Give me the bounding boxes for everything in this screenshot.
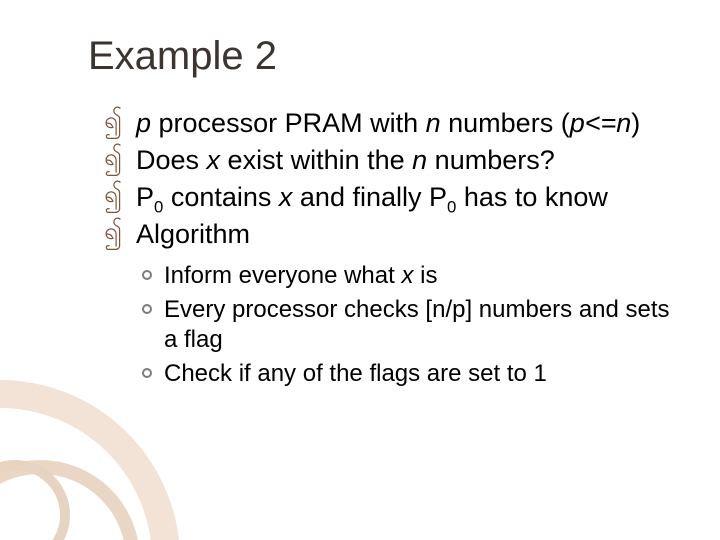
sub-bullet-text: Inform everyone what x is [164, 262, 437, 289]
bullet-text: Does x exist within the n numbers? [136, 145, 555, 175]
swirl-icon: ၍ [104, 146, 122, 170]
bullet-item: ၍ p processor PRAM with n numbers (p<=n) [106, 107, 670, 140]
bullet-text: P0 contains x and finally P0 has to know [136, 182, 608, 212]
swirl-icon: ၍ [104, 109, 122, 133]
sub-bullet-text: Check if any of the flags are set to 1 [164, 360, 547, 387]
bullet-item: ၍ Algorithm [106, 218, 670, 251]
bullet-item: ၍ Does x exist within the n numbers? [106, 144, 670, 177]
bullet-list: ၍ p processor PRAM with n numbers (p<=n)… [106, 107, 670, 251]
bullet-text: Algorithm [136, 219, 250, 249]
sub-bullet-list: Inform everyone what x is Every processo… [146, 261, 670, 389]
sub-bullet-item: Inform everyone what x is [146, 261, 670, 291]
ring-icon [142, 270, 152, 280]
bullet-text: p processor PRAM with n numbers (p<=n) [136, 108, 640, 138]
swirl-icon: ၍ [104, 183, 122, 207]
sub-bullet-text: Every processor checks [n/p] numbers and… [164, 296, 670, 353]
bullet-item: ၍ P0 contains x and finally P0 has to kn… [106, 181, 670, 214]
sub-bullet-item: Every processor checks [n/p] numbers and… [146, 295, 670, 355]
slide: Example 2 ၍ p processor PRAM with n numb… [0, 0, 720, 540]
ring-icon [142, 368, 152, 378]
slide-title: Example 2 [88, 34, 670, 79]
ring-icon [142, 304, 152, 314]
swirl-icon: ၍ [104, 220, 122, 244]
content-area: Example 2 ၍ p processor PRAM with n numb… [0, 0, 720, 389]
sub-bullet-item: Check if any of the flags are set to 1 [146, 359, 670, 389]
